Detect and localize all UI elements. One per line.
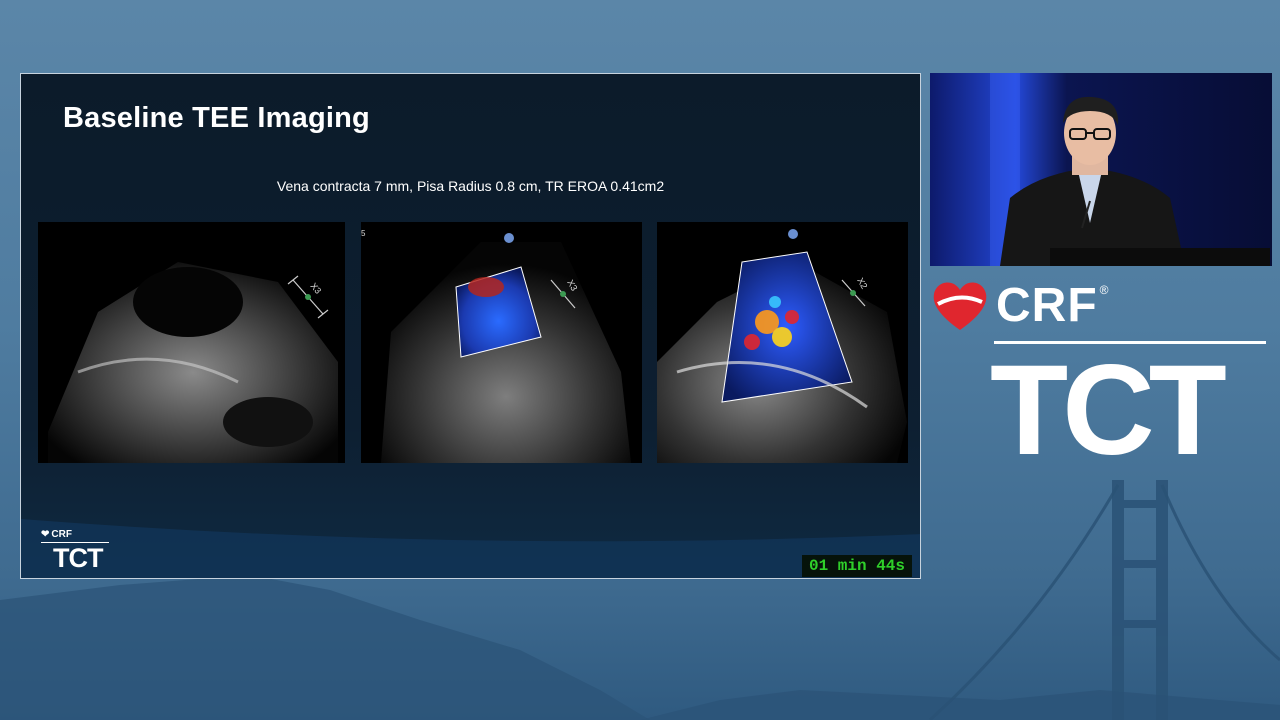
- countdown-timer: 01 min 44s: [802, 555, 912, 577]
- heart-icon: ❤: [41, 529, 50, 540]
- slide-swoosh-decoration: [21, 519, 920, 578]
- echo-scale-label: X2: [855, 276, 869, 291]
- speaker-video: [930, 73, 1272, 266]
- heart-logo-icon: [933, 281, 987, 330]
- echo-image-1: X3: [38, 222, 345, 463]
- echo-image-2: X3 5: [361, 222, 642, 463]
- echo-image-3: X2: [657, 222, 908, 463]
- slide-subtitle: Vena contracta 7 mm, Pisa Radius 0.8 cm,…: [276, 178, 665, 194]
- brand-crf: CRF: [996, 279, 1098, 332]
- registered-mark: ®: [1099, 282, 1109, 297]
- slide-logo-crf: CRF: [51, 529, 72, 540]
- presentation-slide: Baseline TEE Imaging Vena contracta 7 mm…: [20, 73, 921, 579]
- brand-tct: TCT: [990, 339, 1227, 482]
- slide-title: Baseline TEE Imaging: [63, 102, 370, 134]
- crf-tct-brand-logo: CRF ® TCT: [930, 278, 1272, 478]
- echo-scale-label: X3: [308, 281, 323, 296]
- echo-corner-label: 5: [361, 229, 366, 238]
- slide-crf-tct-logo: ❤ CRF TCT: [41, 529, 109, 573]
- slide-logo-tct: TCT: [53, 543, 103, 573]
